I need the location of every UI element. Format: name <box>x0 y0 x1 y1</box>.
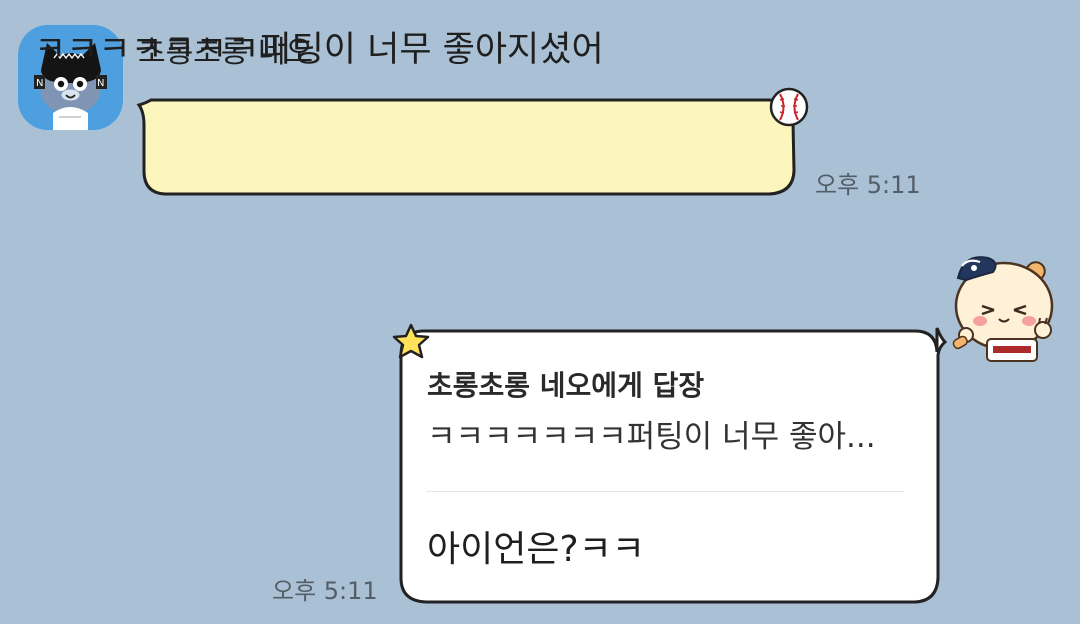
incoming-message-text: ㅋㅋㅋㅋㅋㅋㅋ퍼팅이 너무 좋아지셨어 <box>34 30 604 70</box>
reply-target-title: 초롱초롱 네오에게 답장 <box>427 369 705 402</box>
baseball-character-icon <box>948 238 1066 368</box>
outgoing-message-time: 오후 5:11 <box>272 577 378 605</box>
baseball-icon <box>768 86 810 128</box>
incoming-message-bubble[interactable] <box>136 97 796 197</box>
chat-screen: N N 초롱초롱 네오 ㅋㅋㅋㅋㅋㅋㅋ퍼팅이 너무 좋아지셨어 오후 5:11 <box>0 0 1080 624</box>
svg-text:N: N <box>97 78 104 89</box>
incoming-message-time: 오후 5:11 <box>815 171 921 199</box>
outgoing-message-text: 아이언은?ㅋㅋ <box>427 529 645 570</box>
star-icon <box>389 321 433 363</box>
reply-divider <box>426 491 904 492</box>
reply-quoted-message[interactable]: ㅋㅋㅋㅋㅋㅋㅋ퍼팅이 너무 좋아... <box>427 417 876 457</box>
svg-text:N: N <box>36 78 43 89</box>
